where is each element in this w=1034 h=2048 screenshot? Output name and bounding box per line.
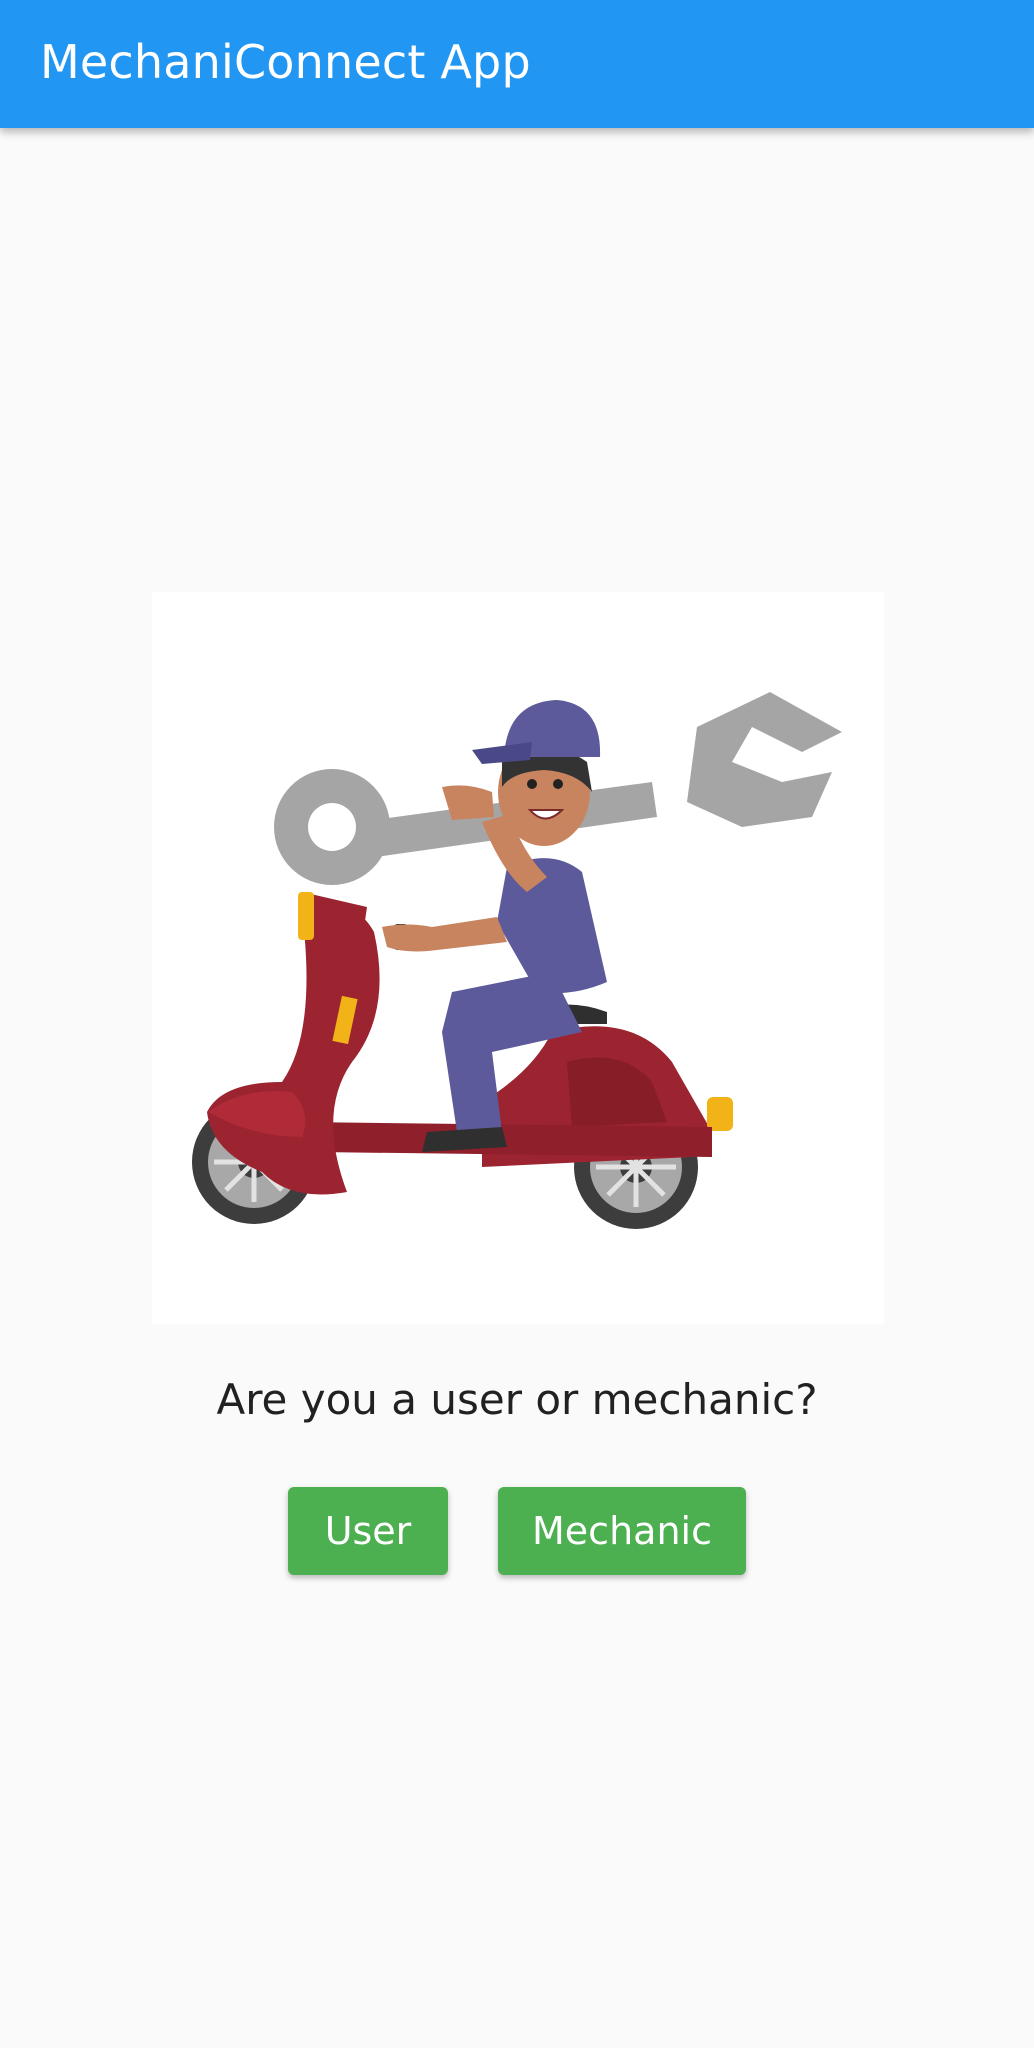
app-title: MechaniConnect App xyxy=(40,35,531,89)
app-bar: MechaniConnect App xyxy=(0,0,1034,128)
mechanic-button[interactable]: Mechanic xyxy=(498,1487,746,1575)
user-button[interactable]: User xyxy=(288,1487,448,1575)
mechanic-scooter-illustration xyxy=(152,592,884,1324)
role-question: Are you a user or mechanic? xyxy=(216,1375,818,1424)
mechanic-scooter-image xyxy=(192,692,842,1229)
